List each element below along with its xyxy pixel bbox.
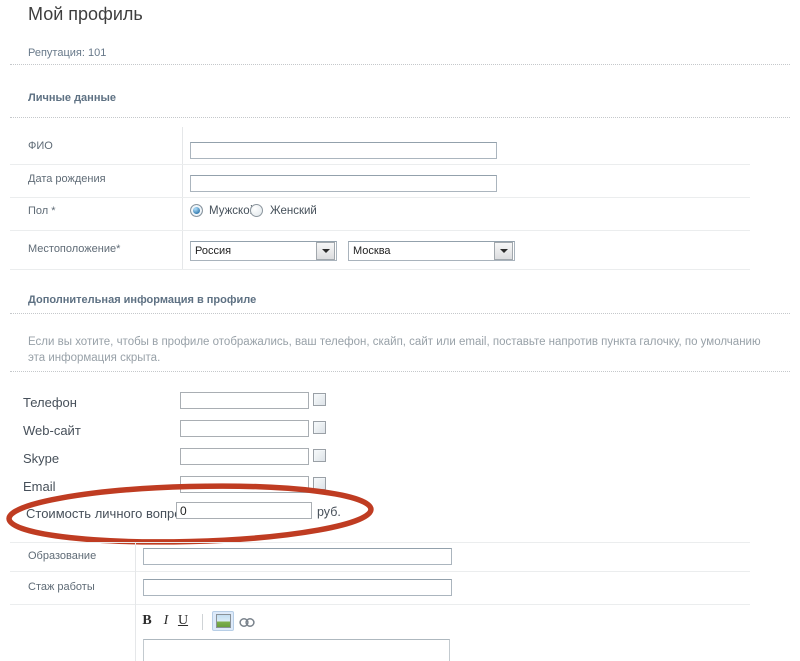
website-input[interactable] xyxy=(180,420,309,437)
experience-label: Стаж работы xyxy=(28,581,95,593)
phone-visible-checkbox[interactable] xyxy=(313,393,326,406)
insert-link-button[interactable] xyxy=(239,617,255,628)
row-divider xyxy=(10,164,750,165)
row-divider xyxy=(10,230,750,231)
phone-label: Телефон xyxy=(23,395,77,410)
question-cost-label: Стоимость личного вопроса xyxy=(26,506,195,521)
city-select[interactable]: Москва xyxy=(348,241,515,261)
email-label: Email xyxy=(23,479,56,494)
dotted-divider xyxy=(10,371,790,372)
email-visible-checkbox[interactable] xyxy=(313,477,326,490)
education-label: Образование xyxy=(28,550,96,562)
city-select-value: Москва xyxy=(349,245,494,257)
birthdate-input[interactable] xyxy=(190,175,497,192)
country-select[interactable]: Россия xyxy=(190,241,337,261)
row-divider xyxy=(10,571,750,572)
insert-image-button[interactable] xyxy=(212,611,234,631)
about-textarea[interactable] xyxy=(143,639,450,661)
gender-female-label[interactable]: Женский xyxy=(270,205,317,217)
skype-visible-checkbox[interactable] xyxy=(313,449,326,462)
currency-suffix: руб. xyxy=(317,505,341,519)
fio-input[interactable] xyxy=(190,142,497,159)
skype-label: Skype xyxy=(23,451,59,466)
birthdate-label: Дата рождения xyxy=(28,173,106,185)
education-input[interactable] xyxy=(143,548,452,565)
email-input[interactable] xyxy=(180,476,309,493)
section-title-personal: Личные данные xyxy=(28,92,116,104)
chevron-down-icon xyxy=(500,249,508,253)
visibility-note: Если вы хотите, чтобы в профиле отобража… xyxy=(28,334,770,366)
column-divider xyxy=(135,542,136,661)
link-icon xyxy=(239,617,255,628)
underline-button[interactable]: U xyxy=(176,613,190,629)
row-divider xyxy=(10,197,750,198)
gender-female-radio[interactable] xyxy=(250,204,263,217)
row-divider xyxy=(10,604,750,605)
website-visible-checkbox[interactable] xyxy=(313,421,326,434)
row-divider xyxy=(10,269,750,270)
gender-label: Пол * xyxy=(28,205,56,217)
profile-page: Мой профиль Репутация: 101 Личные данные… xyxy=(0,0,800,661)
chevron-down-icon xyxy=(322,249,330,253)
gender-male-radio[interactable] xyxy=(190,204,203,217)
country-select-arrow-button[interactable] xyxy=(316,242,335,260)
dotted-divider xyxy=(10,117,790,118)
section-title-additional: Дополнительная информация в профиле xyxy=(28,294,256,306)
question-cost-input[interactable] xyxy=(176,502,312,519)
city-select-arrow-button[interactable] xyxy=(494,242,513,260)
column-divider xyxy=(182,127,183,270)
image-icon xyxy=(216,614,231,628)
location-label: Местоположение* xyxy=(28,243,120,255)
website-label: Web-сайт xyxy=(23,423,81,438)
gender-male-label[interactable]: Мужской xyxy=(209,205,256,217)
bold-button[interactable]: B xyxy=(140,613,154,629)
fio-label: ФИО xyxy=(28,140,53,152)
reputation-text: Репутация: 101 xyxy=(28,47,106,59)
toolbar-divider xyxy=(202,614,203,630)
experience-input[interactable] xyxy=(143,579,452,596)
country-select-value: Россия xyxy=(191,245,316,257)
row-divider xyxy=(10,542,750,543)
dotted-divider xyxy=(10,64,790,65)
italic-button[interactable]: I xyxy=(159,613,173,629)
page-title: Мой профиль xyxy=(28,4,143,25)
skype-input[interactable] xyxy=(180,448,309,465)
dotted-divider xyxy=(10,313,790,314)
phone-input[interactable] xyxy=(180,392,309,409)
